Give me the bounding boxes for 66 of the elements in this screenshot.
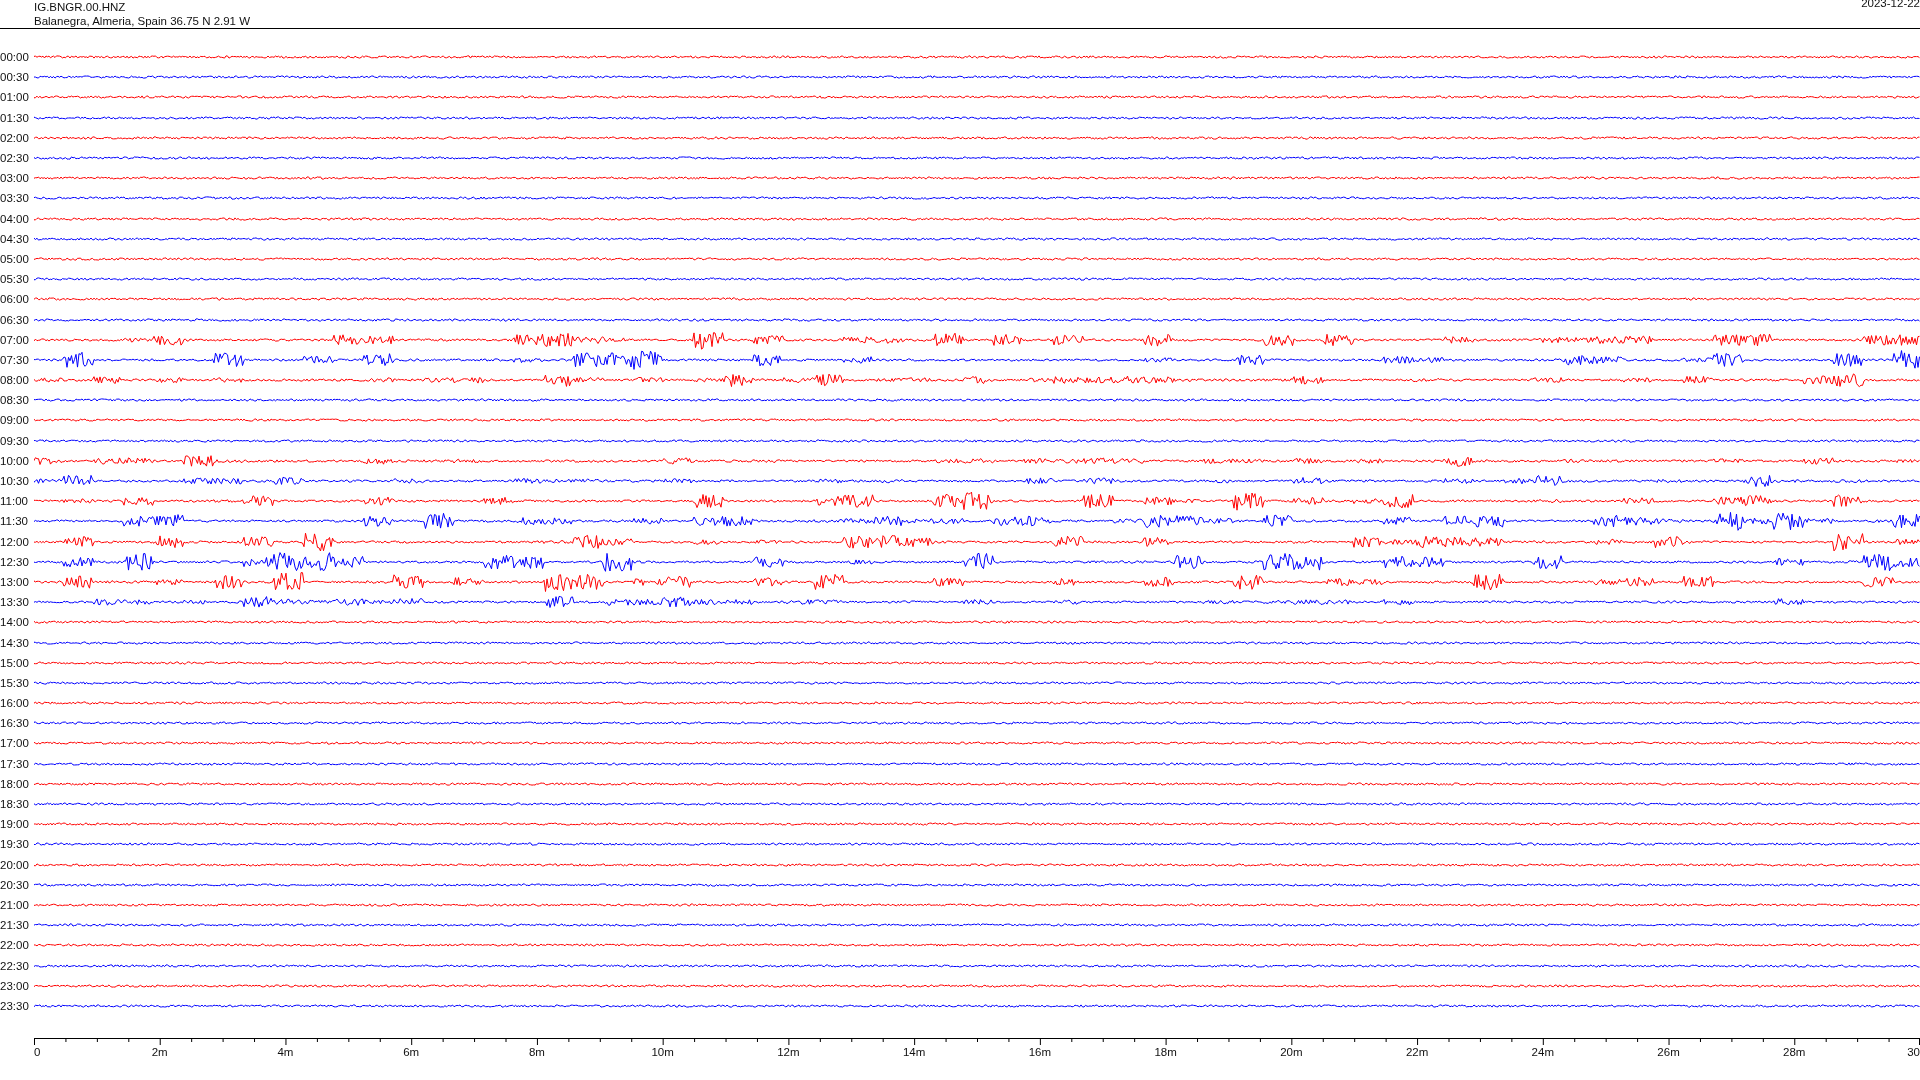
time-label: 18:00 (0, 777, 30, 790)
time-label: 17:00 (0, 737, 30, 750)
time-label: 20:00 (0, 858, 30, 871)
axis-tick-label: 14m (902, 1046, 926, 1058)
time-label: 21:30 (0, 919, 30, 932)
time-label: 04:00 (0, 212, 30, 225)
axis-tick-label: 6m (403, 1046, 420, 1058)
time-label: 13:00 (0, 575, 30, 588)
time-label: 06:30 (0, 313, 30, 326)
time-label: 07:30 (0, 353, 30, 366)
time-label: 20:30 (0, 878, 30, 891)
time-label: 18:30 (0, 798, 30, 811)
time-label: 17:30 (0, 757, 30, 770)
axis-tick-label: 0 (34, 1046, 41, 1058)
time-label: 13:30 (0, 596, 30, 609)
time-label: 08:00 (0, 374, 30, 387)
time-label: 16:00 (0, 697, 30, 710)
time-label: 15:00 (0, 656, 30, 669)
time-label: 12:00 (0, 535, 30, 548)
time-label: 14:00 (0, 616, 30, 629)
axis-tick-label: 18m (1154, 1046, 1177, 1058)
time-label: 11:00 (0, 495, 29, 508)
time-label: 07:00 (0, 333, 30, 346)
axis-tick-label: 2m (151, 1046, 168, 1058)
time-label: 08:30 (0, 394, 30, 407)
time-label: 09:00 (0, 414, 30, 427)
time-label: 01:00 (0, 91, 30, 104)
time-label: 11:30 (0, 515, 29, 528)
axis-tick-label: 16m (1028, 1046, 1052, 1058)
time-label: 22:30 (0, 959, 30, 972)
time-label: 04:30 (0, 232, 30, 245)
time-label: 05:30 (0, 273, 30, 286)
axis-tick-label: 10m (651, 1046, 674, 1058)
time-label: 14:30 (0, 636, 30, 649)
axis-tick-label: 30 (1907, 1046, 1920, 1058)
axis-tick-label: 20m (1280, 1046, 1303, 1058)
time-label: 10:00 (0, 454, 30, 467)
time-label: 02:00 (0, 131, 30, 144)
time-label: 12:30 (0, 555, 30, 568)
axis-tick-label: 4m (277, 1046, 294, 1058)
time-label: 05:00 (0, 252, 30, 265)
time-label: 09:30 (0, 434, 30, 447)
station-location: Balanegra, Almeria, Spain 36.75 N 2.91 W (34, 14, 251, 28)
time-label: 23:00 (0, 979, 30, 992)
time-label: 21:00 (0, 898, 30, 911)
time-label: 10:30 (0, 475, 30, 488)
time-label: 00:00 (0, 51, 30, 64)
time-label: 03:30 (0, 192, 30, 205)
axis-tick-label: 12m (777, 1046, 800, 1058)
time-label: 16:30 (0, 717, 30, 730)
axis-tick-label: 24m (1531, 1046, 1554, 1058)
time-label: 22:00 (0, 939, 30, 952)
axis-tick-label: 22m (1405, 1046, 1429, 1058)
time-label: 00:30 (0, 71, 30, 84)
station-code: IG.BNGR.00.HNZ (34, 0, 127, 14)
time-label: 06:00 (0, 293, 30, 306)
time-label: 19:00 (0, 818, 30, 831)
time-label: 23:30 (0, 999, 30, 1012)
axis-tick-label: 8m (528, 1046, 545, 1058)
axis-tick-label: 26m (1657, 1046, 1680, 1058)
time-label: 01:30 (0, 111, 30, 124)
time-label: 02:30 (0, 152, 30, 165)
axis-tick-label: 28m (1783, 1046, 1806, 1058)
time-label: 15:30 (0, 676, 30, 689)
time-label: 19:30 (0, 838, 30, 851)
time-label: 03:00 (0, 172, 30, 185)
